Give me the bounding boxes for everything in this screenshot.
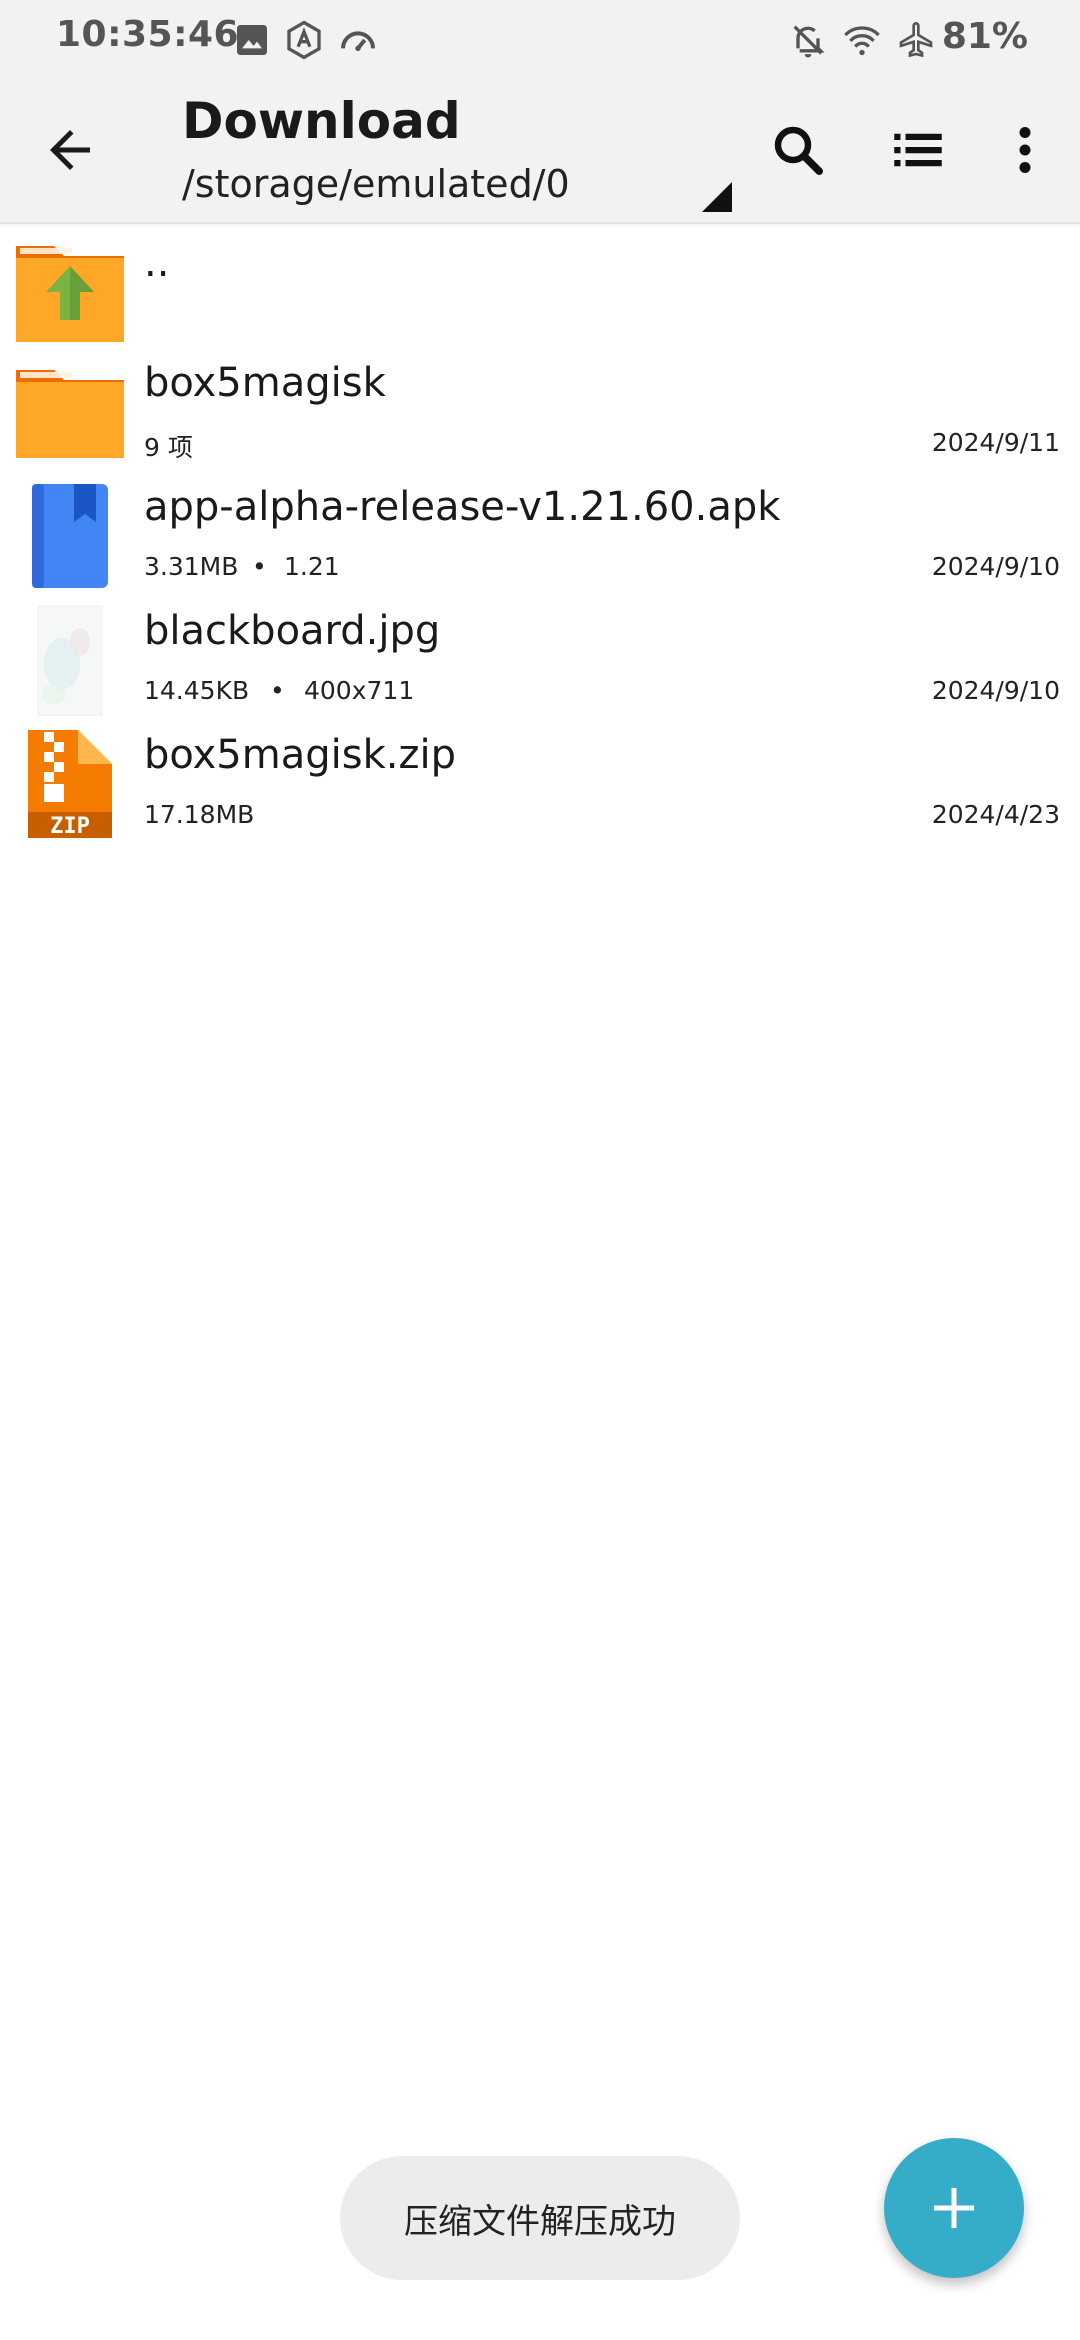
item-count: 9 项	[144, 433, 193, 462]
separator-dot: •	[252, 552, 267, 581]
file-size: 3.31MB	[144, 552, 239, 581]
status-bar: 10:35:46 81%	[0, 0, 1080, 78]
file-name: blackboard.jpg	[144, 608, 441, 654]
file-name: app-alpha-release-v1.21.60.apk	[144, 484, 781, 530]
file-date: 2024/9/10	[931, 676, 1060, 705]
battery-percent: 81%	[941, 16, 1028, 57]
file-size: 14.45KB	[144, 676, 250, 705]
wifi-icon	[842, 20, 882, 60]
app-bar: Download /storage/emulated/0	[0, 78, 1080, 224]
image-dimensions: 400x711	[304, 676, 415, 705]
file-date: 2024/4/23	[931, 800, 1060, 829]
svg-text:ZIP: ZIP	[50, 814, 90, 839]
file-date: 2024/9/10	[931, 552, 1060, 581]
status-time: 10:35:46	[56, 14, 240, 55]
toast-message: 压缩文件解压成功	[340, 2156, 740, 2280]
file-date: 2024/9/11	[931, 428, 1060, 457]
app-version: 1.21	[284, 552, 340, 581]
speedometer-icon	[338, 20, 378, 60]
folder-icon	[14, 356, 126, 468]
file-name: ..	[144, 240, 170, 286]
list-item-image[interactable]: blackboard.jpg 14.45KB • 400x711 2024/9/…	[0, 596, 1080, 720]
parent-folder-icon	[14, 232, 126, 344]
screen: 10:35:46 81% Download /storage/emulated/…	[0, 0, 1080, 2340]
file-name: box5magisk.zip	[144, 732, 456, 778]
page-title: Download	[182, 92, 461, 150]
plus-icon	[934, 2188, 974, 2228]
file-list: .. box5magisk 9 项 2024/9/11 app-alpha-re…	[0, 224, 1080, 844]
image-icon	[232, 20, 272, 60]
list-item-zip[interactable]: ZIP box5magisk.zip 17.18MB 2024/4/23	[0, 720, 1080, 844]
bell-off-icon	[788, 20, 828, 60]
back-arrow-icon[interactable]	[40, 120, 100, 180]
add-fab-button[interactable]	[884, 2138, 1024, 2278]
list-view-icon[interactable]	[888, 120, 948, 180]
file-size: 17.18MB	[144, 800, 255, 829]
list-item-folder[interactable]: box5magisk 9 项 2024/9/11	[0, 348, 1080, 472]
list-item-parent[interactable]: ..	[0, 224, 1080, 348]
airplane-icon	[896, 20, 936, 60]
image-thumbnail	[14, 604, 126, 717]
a-badge-icon	[284, 20, 324, 60]
path-dropdown[interactable]: /storage/emulated/0	[182, 162, 570, 206]
more-vert-icon[interactable]	[995, 120, 1055, 180]
search-icon[interactable]	[768, 120, 828, 180]
zip-archive-icon: ZIP	[14, 728, 126, 840]
list-item-apk[interactable]: app-alpha-release-v1.21.60.apk 3.31MB • …	[0, 472, 1080, 596]
dropdown-triangle-icon[interactable]	[702, 182, 732, 212]
separator-dot: •	[270, 676, 285, 705]
apk-book-icon	[14, 480, 126, 592]
file-name: box5magisk	[144, 360, 386, 406]
